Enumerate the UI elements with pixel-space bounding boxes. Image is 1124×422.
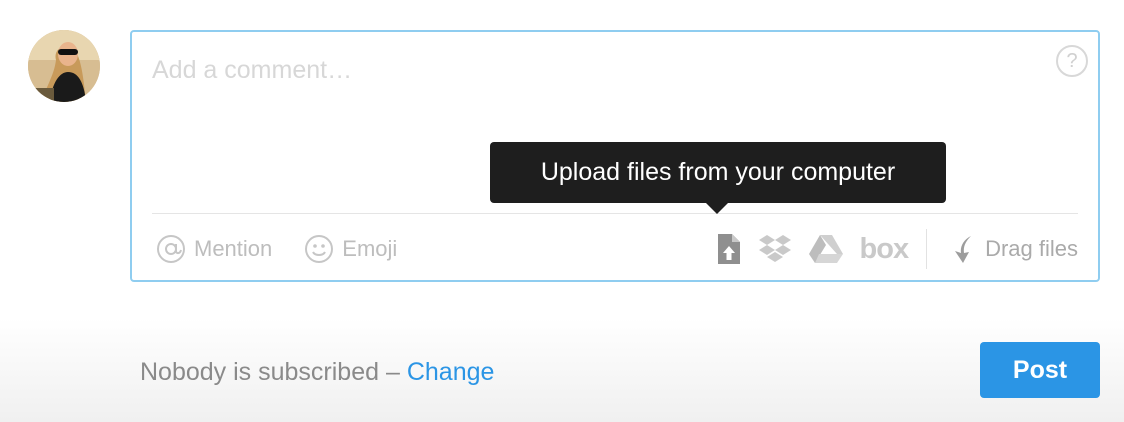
subscription-text: Nobody is subscribed – — [140, 358, 400, 386]
subscription-status: Nobody is subscribed – Change — [140, 358, 494, 387]
google-drive-icon — [808, 235, 843, 263]
upload-tooltip: Upload files from your computer — [490, 142, 946, 203]
drag-files-area[interactable]: Drag files — [951, 234, 1078, 264]
dropbox-button[interactable] — [758, 233, 792, 265]
upload-computer-button[interactable] — [716, 233, 742, 265]
upload-file-icon — [717, 234, 740, 264]
post-button[interactable]: Post — [980, 342, 1100, 398]
emoji-button[interactable]: Emoji — [304, 234, 397, 264]
tooltip-text: Upload files from your computer — [540, 158, 896, 186]
box-button[interactable]: box — [859, 232, 910, 266]
smiley-icon — [305, 235, 334, 263]
dropbox-icon — [758, 235, 791, 262]
emoji-label: Emoji — [342, 236, 398, 261]
change-subscribers-link[interactable]: Change — [407, 358, 495, 386]
avatar — [28, 30, 100, 102]
toolbar-left: Mention Emoji — [156, 232, 397, 266]
toolbar-right: box Drag files — [716, 229, 1078, 269]
at-sign-icon — [157, 235, 185, 263]
comment-composer: ? Mention Emoji — [0, 0, 1124, 422]
google-drive-button[interactable] — [808, 234, 844, 264]
toolbar-divider — [152, 213, 1078, 214]
drag-arrow-icon — [955, 236, 972, 263]
drag-files-label: Drag files — [985, 236, 1078, 261]
tooltip-arrow — [705, 202, 729, 214]
help-icon[interactable]: ? — [1056, 45, 1088, 77]
mention-button[interactable]: Mention — [156, 234, 272, 264]
toolbar-separator — [926, 229, 928, 269]
comment-input[interactable] — [152, 50, 1032, 90]
user-photo — [28, 30, 100, 102]
box-icon: box — [859, 233, 910, 265]
mention-label: Mention — [194, 236, 273, 261]
